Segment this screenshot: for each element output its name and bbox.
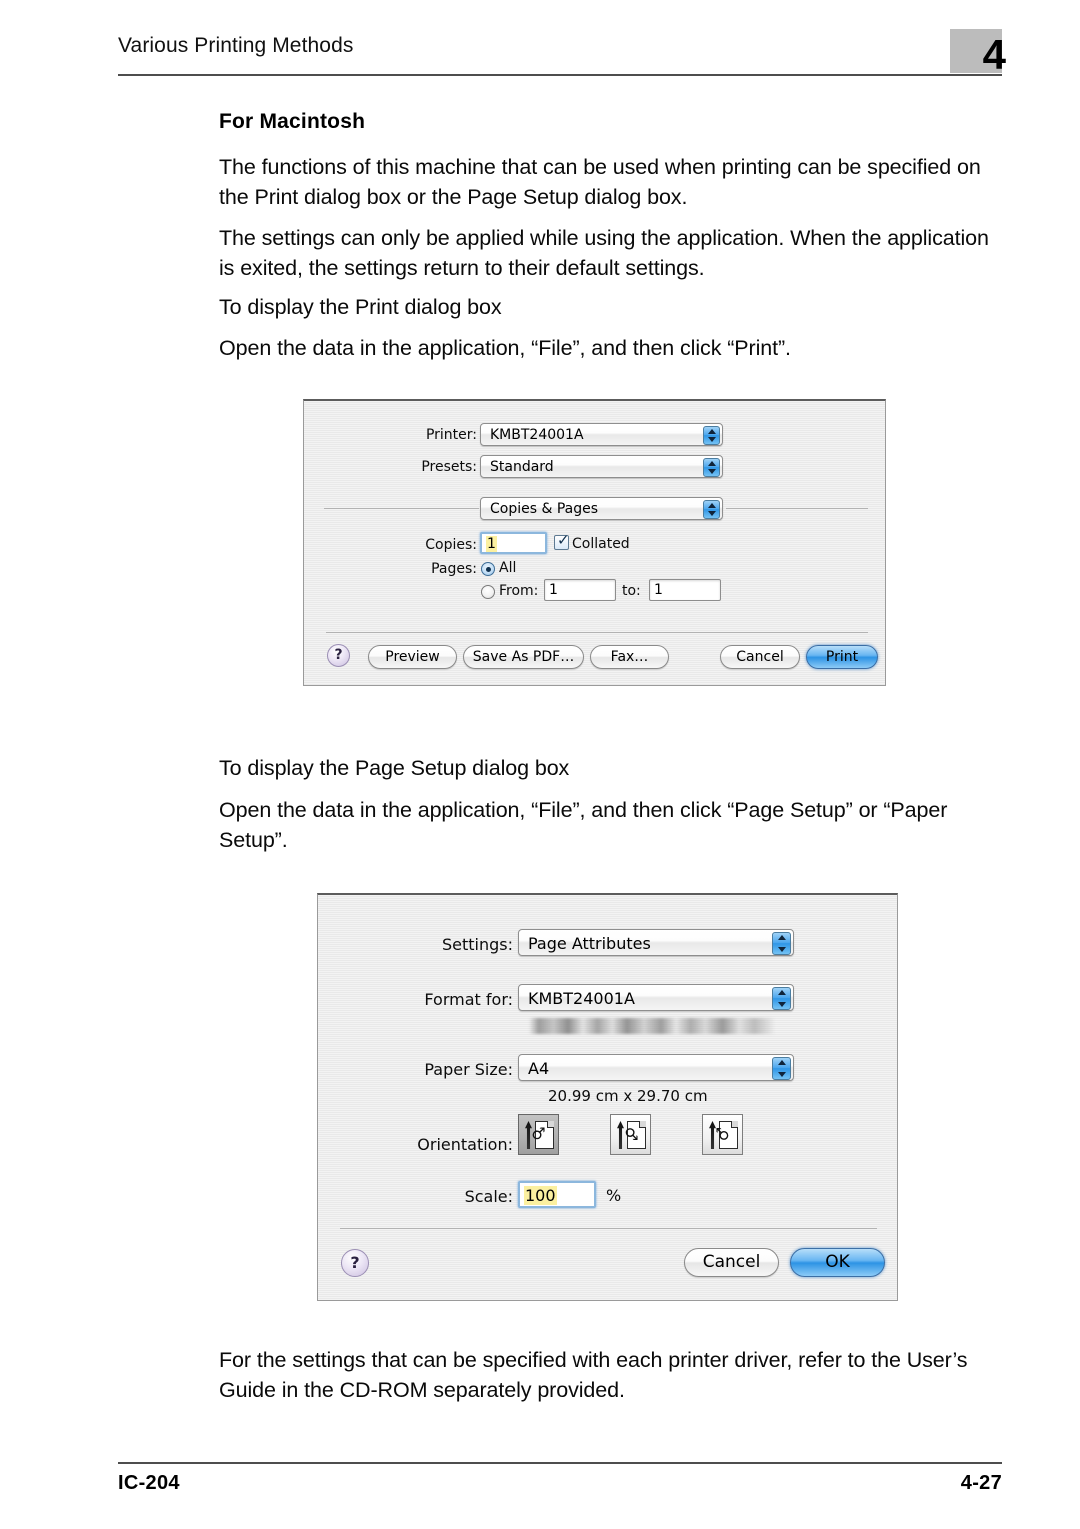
footer-page-number: 4-27 [960, 1472, 1002, 1494]
paragraph-1: The functions of this machine that can b… [219, 155, 981, 209]
section-subheading: For Macintosh [219, 110, 366, 133]
pages-to-label: to: [622, 583, 641, 599]
chevron-updown-icon[interactable] [772, 1057, 791, 1080]
paragraph-5: To display the Page Setup dialog box [219, 756, 570, 780]
manual-page: Various Printing Methods 4 For Macintosh… [0, 0, 1080, 1529]
pages-all-label: All [499, 560, 517, 576]
paper-size-popup[interactable]: A4 [518, 1054, 794, 1081]
copies-input-value: 1 [486, 536, 497, 552]
fax-button[interactable]: Fax… [590, 645, 669, 669]
pane-rule-right [726, 508, 868, 509]
presets-popup-value: Standard [490, 459, 554, 475]
pages-to-input[interactable]: 1 [649, 579, 721, 601]
footer-divider [118, 1462, 1002, 1464]
scale-label: Scale: [464, 1187, 513, 1206]
paragraph-2: The settings can only be applied while u… [219, 226, 989, 280]
page-setup-dialog-screenshot: Settings: Page Attributes Format for: KM… [317, 893, 898, 1301]
chevron-updown-icon[interactable] [703, 500, 720, 519]
print-dialog-screenshot: Printer: KMBT24001A Presets: Standard Co… [303, 399, 886, 686]
pane-rule-left [324, 508, 479, 509]
printer-label: Printer: [425, 427, 477, 443]
paper-size-popup-value: A4 [528, 1059, 550, 1078]
chevron-updown-icon[interactable] [703, 426, 720, 445]
paragraph-3: To display the Print dialog box [219, 295, 502, 319]
scale-input[interactable]: 100 [518, 1181, 596, 1208]
orientation-label: Orientation: [417, 1135, 513, 1154]
pages-from-input[interactable]: 1 [544, 579, 616, 601]
button-bar-divider [326, 632, 868, 633]
chapter-number: 4 [982, 31, 1006, 78]
presets-label: Presets: [421, 459, 477, 475]
copies-input[interactable]: 1 [480, 532, 547, 554]
format-for-popup[interactable]: KMBT24001A [518, 984, 794, 1011]
print-pane-popup[interactable]: Copies & Pages [480, 497, 723, 520]
page-header: Various Printing Methods 4 [118, 29, 1006, 78]
pages-range-radio[interactable] [481, 585, 495, 599]
format-for-label: Format for: [424, 990, 513, 1009]
collated-checkbox[interactable]: ✓ [554, 531, 570, 550]
orientation-landscape-left-button[interactable]: ♂ [702, 1114, 743, 1155]
person-figure-icon: ♂ [621, 1126, 641, 1141]
ok-button[interactable]: OK [790, 1248, 885, 1277]
printer-popup-value: KMBT24001A [490, 427, 584, 443]
paper-size-label: Paper Size: [424, 1060, 513, 1079]
settings-popup[interactable]: Page Attributes [518, 929, 794, 956]
format-for-popup-value: KMBT24001A [528, 989, 635, 1008]
cancel-button[interactable]: Cancel [720, 645, 800, 669]
printer-popup[interactable]: KMBT24001A [480, 423, 723, 446]
paragraph-6: Open the data in the application, “File”… [219, 798, 948, 852]
paper-dimensions-text: 20.99 cm x 29.70 cm [548, 1087, 708, 1105]
pages-all-radio[interactable] [481, 562, 495, 576]
chevron-updown-icon[interactable] [703, 458, 720, 477]
help-button[interactable]: ? [327, 644, 350, 667]
scale-unit-label: % [606, 1186, 622, 1205]
collated-label: Collated [572, 536, 630, 552]
pages-label: Pages: [431, 561, 477, 577]
pages-from-value: 1 [549, 582, 558, 598]
preview-button[interactable]: Preview [368, 645, 457, 669]
print-button[interactable]: Print [806, 645, 878, 669]
settings-label: Settings: [441, 935, 513, 954]
scale-input-value: 100 [524, 1186, 557, 1205]
format-for-detail-redacted [529, 1018, 774, 1034]
pages-to-value: 1 [654, 582, 663, 598]
button-bar-divider [340, 1228, 877, 1229]
help-button[interactable]: ? [341, 1249, 369, 1277]
person-figure-icon: ♂ [712, 1126, 732, 1141]
check-icon: ✓ [557, 531, 570, 549]
person-figure-icon: ♂ [531, 1123, 546, 1143]
orientation-portrait-button[interactable]: ♂ [518, 1114, 559, 1155]
paragraph-4: Open the data in the application, “File”… [219, 336, 791, 360]
copies-label: Copies: [425, 537, 477, 553]
orientation-landscape-right-button[interactable]: ♂ [610, 1114, 651, 1155]
chevron-updown-icon[interactable] [772, 932, 791, 955]
chevron-updown-icon[interactable] [772, 987, 791, 1010]
header-title: Various Printing Methods [118, 34, 354, 57]
header-divider [118, 74, 1002, 76]
paragraph-7: For the settings that can be specified w… [219, 1348, 968, 1402]
presets-popup[interactable]: Standard [480, 455, 723, 478]
footer-document-id: IC-204 [118, 1472, 180, 1494]
cancel-button[interactable]: Cancel [684, 1248, 779, 1277]
save-as-pdf-button[interactable]: Save As PDF… [463, 645, 584, 669]
settings-popup-value: Page Attributes [528, 934, 651, 953]
print-pane-popup-value: Copies & Pages [490, 501, 599, 517]
